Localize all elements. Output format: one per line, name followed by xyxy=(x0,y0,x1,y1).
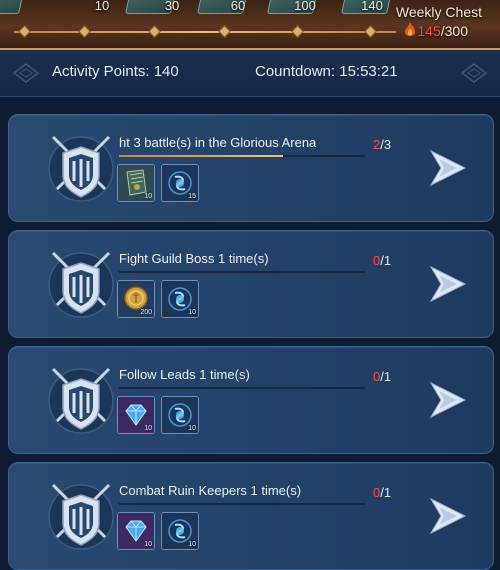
chest-points: 145/300 xyxy=(417,23,468,39)
chest-points-current: 145 xyxy=(417,23,441,39)
task-progress-count: 2/3 xyxy=(373,137,391,152)
task-title: Fight Guild Boss 1 time(s) xyxy=(119,251,269,266)
chest-progress-track xyxy=(14,31,396,33)
task-title: Follow Leads 1 time(s) xyxy=(119,367,250,382)
reward-quantity: 15 xyxy=(188,193,196,200)
shield-swords-icon xyxy=(48,483,114,550)
shield-swords-icon xyxy=(48,367,114,434)
task-progress-bar xyxy=(119,387,365,389)
milestone-label: 60 xyxy=(230,0,246,13)
task-title: Combat Ruin Keepers 1 time(s) xyxy=(119,483,302,498)
task-card: Follow Leads 1 time(s) 0/1 10 10 xyxy=(8,346,494,454)
reward-item[interactable]: 200 xyxy=(117,280,155,318)
reward-quantity: 200 xyxy=(140,309,152,316)
task-progress-count: 0/1 xyxy=(373,369,391,384)
reward-item[interactable]: 10 xyxy=(161,280,199,318)
reward-quantity: 10 xyxy=(144,425,152,432)
task-progress-bar xyxy=(119,503,365,505)
reward-quantity: 10 xyxy=(188,425,196,432)
reward-item[interactable]: 10 xyxy=(161,512,199,550)
task-progress-bar xyxy=(119,155,365,157)
task-card: ht 3 battle(s) in the Glorious Arena 2/3… xyxy=(8,114,494,222)
reward-quantity: 10 xyxy=(188,541,196,548)
task-progress-total: /1 xyxy=(380,485,392,500)
shield-swords-icon xyxy=(48,251,114,318)
reward-item[interactable]: 10 xyxy=(117,164,155,202)
reward-quantity: 10 xyxy=(188,309,196,316)
go-arrow-button[interactable] xyxy=(421,373,475,427)
countdown-timer: Countdown: 15:53:21 xyxy=(255,63,398,80)
task-progress-total: /1 xyxy=(380,369,392,384)
task-title: ht 3 battle(s) in the Glorious Arena xyxy=(119,135,317,150)
track-node xyxy=(291,25,304,38)
track-node xyxy=(148,25,161,38)
go-arrow-button[interactable] xyxy=(421,257,475,311)
task-progress-count: 0/1 xyxy=(373,253,391,268)
milestone-chest[interactable] xyxy=(0,0,25,14)
milestone-label: 100 xyxy=(294,0,316,13)
reward-quantity: 10 xyxy=(144,541,152,548)
task-progress-total: /1 xyxy=(380,253,392,268)
shield-swords-icon xyxy=(48,135,114,202)
track-node xyxy=(218,25,231,38)
task-progress-fill xyxy=(119,155,284,157)
info-strip: Activity Points: 140 Countdown: 15:53:21 xyxy=(0,50,500,97)
task-list[interactable]: ht 3 battle(s) in the Glorious Arena 2/3… xyxy=(0,96,500,570)
task-progress-count: 0/1 xyxy=(373,485,391,500)
track-node xyxy=(18,25,31,38)
reward-item[interactable]: 15 xyxy=(161,164,199,202)
milestone-label: 10 xyxy=(94,0,110,13)
go-arrow-button[interactable] xyxy=(421,489,475,543)
milestone-label: 140 xyxy=(361,0,383,13)
ornament-icon xyxy=(460,63,488,83)
reward-item[interactable]: 10 xyxy=(117,396,155,434)
flame-icon xyxy=(404,22,416,36)
reward-item[interactable]: 10 xyxy=(161,396,199,434)
task-card: Combat Ruin Keepers 1 time(s) 0/1 10 10 xyxy=(8,462,494,570)
milestone-label: 30 xyxy=(164,0,180,13)
task-progress-bar xyxy=(119,271,365,273)
reward-quantity: 10 xyxy=(144,193,152,200)
track-node xyxy=(78,25,91,38)
chest-points-total: /300 xyxy=(440,23,468,39)
reward-item[interactable]: 10 xyxy=(117,512,155,550)
ornament-icon xyxy=(12,63,40,83)
task-card: Fight Guild Boss 1 time(s) 0/1 200 10 xyxy=(8,230,494,338)
weekly-chest-title: Weekly Chest xyxy=(395,4,482,20)
activity-points: Activity Points: 140 xyxy=(52,63,179,80)
weekly-chest-bar: 10 30 60 100 140 Weekly Chest 145/300 xyxy=(0,0,500,50)
task-progress-total: /3 xyxy=(380,137,392,152)
go-arrow-button[interactable] xyxy=(421,141,475,195)
track-node xyxy=(364,25,377,38)
